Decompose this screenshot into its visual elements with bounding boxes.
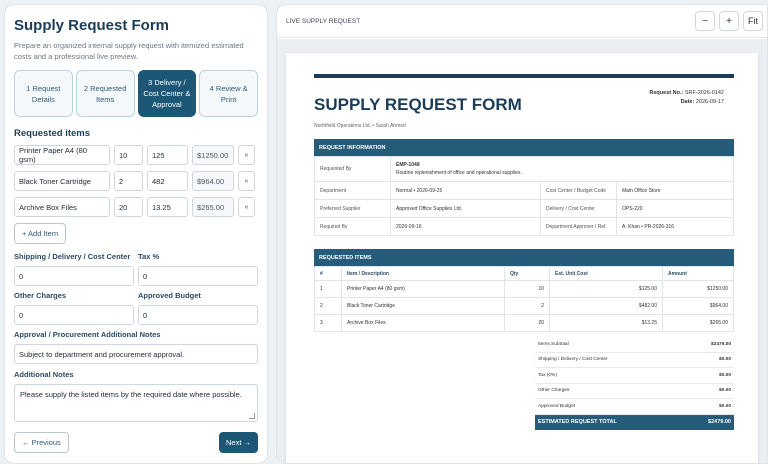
request-info-heading: REQUEST INFORMATION — [314, 139, 734, 156]
totals-block: Items Subtotal $2479.00 Shipping / Delive… — [535, 337, 734, 430]
fit-button[interactable]: Fit — [743, 11, 763, 31]
header-rule — [314, 74, 734, 78]
other-charges-input[interactable]: 0 — [14, 305, 134, 325]
step-request-details[interactable]: 1 Request Details — [14, 70, 73, 117]
approved-budget-input[interactable]: 0 — [138, 305, 258, 325]
item-cost-input[interactable]: 13.25 — [147, 197, 188, 217]
step-review-print[interactable]: 4 Review & Print — [199, 70, 258, 117]
previous-button[interactable]: ← Previous — [14, 432, 69, 453]
item-row: Archive Box Files 20 13.25 $265.00 « — [14, 197, 258, 217]
preview-label: LIVE SUPPLY REQUEST — [286, 17, 361, 25]
item-total: $964.00 — [192, 171, 234, 191]
form-description: Prepare an organized internal supply req… — [14, 41, 244, 61]
totals-row: Approved Budget $0.00 — [535, 399, 734, 415]
other-charges-label: Other Charges — [14, 291, 67, 300]
table-row: 2 Black Toner Cartridge 2 $482.00 $964.00 — [314, 297, 734, 315]
zoom-in-button[interactable]: + — [719, 11, 739, 31]
next-button[interactable]: Next → — [218, 432, 258, 453]
shipping-input[interactable]: 0 — [14, 266, 134, 286]
add-item-button[interactable]: + Add Item — [14, 223, 67, 244]
item-name-input[interactable]: Archive Box Files — [14, 197, 110, 217]
requested-items-heading: REQUESTED ITEMS — [314, 249, 734, 266]
item-cost-input[interactable]: 482 — [147, 171, 188, 191]
item-row: Printer Paper A4 (80 gsm) 10 125 $1250.0… — [14, 145, 258, 165]
item-row: Black Toner Cartridge 2 482 $964.00 « — [14, 171, 258, 191]
grand-total-row: ESTIMATED REQUEST TOTAL $2479.00 — [535, 414, 734, 430]
totals-row: Tax (0%) $0.00 — [535, 368, 734, 384]
remove-item-button[interactable]: « — [238, 197, 255, 217]
item-cost-input[interactable]: 125 — [147, 145, 188, 165]
preview-panel: LIVE SUPPLY REQUEST − + Fit SUPPLY REQUE… — [276, 4, 768, 464]
zoom-out-button[interactable]: − — [695, 11, 715, 31]
tax-label: Tax % — [138, 252, 160, 261]
request-info-table: Requested By EMP-1048 Routine replenishmen… — [314, 156, 734, 236]
tax-input[interactable]: 0 — [138, 266, 258, 286]
table-row: 3 Archive Box Files 20 $13.25 $265.00 — [314, 314, 734, 332]
items-heading: Requested items — [14, 128, 91, 139]
item-qty-input[interactable]: 10 — [114, 145, 143, 165]
additional-notes-textarea[interactable]: Please supply the listed items by the re… — [14, 384, 258, 422]
item-qty-input[interactable]: 2 — [114, 171, 143, 191]
remove-item-button[interactable]: « — [238, 171, 255, 191]
approved-budget-label: Approved Budget — [138, 291, 201, 300]
document-subtitle: Northfield Operations Ltd. • Sarah Ahmed — [314, 123, 406, 129]
form-panel: Supply Request Form Prepare an organized… — [4, 4, 268, 464]
item-qty-input[interactable]: 20 — [114, 197, 143, 217]
document-page: SUPPLY REQUEST FORM Request No.: SRF-202… — [286, 53, 758, 463]
item-total: $1250.00 — [192, 145, 234, 165]
request-meta: Request No.: SRF-2026-0142 Date: 2026-09… — [649, 90, 724, 105]
totals-row: Shipping / Delivery / Cost Center $0.00 — [535, 353, 734, 368]
item-name-input[interactable]: Black Toner Cartridge — [14, 171, 110, 191]
step-requested-items[interactable]: 2 Requested Items — [75, 70, 135, 117]
step-tabs: 1 Request Details 2 Requested Items 3 De… — [14, 70, 258, 117]
shipping-label: Shipping / Delivery / Cost Center — [14, 252, 131, 261]
step-delivery-approval[interactable]: 3 Delivery / Cost Center & Approval — [137, 70, 197, 117]
remove-item-button[interactable]: « — [238, 145, 255, 165]
additional-notes-label: Additional Notes — [14, 370, 74, 379]
item-name-input[interactable]: Printer Paper A4 (80 gsm) — [14, 145, 110, 165]
item-total: $265.00 — [192, 197, 234, 217]
approval-notes-label: Approval / Procurement Additional Notes — [14, 330, 161, 339]
form-title: Supply Request Form — [14, 17, 170, 34]
requested-items-table: # Item / Description Qty Est. Unit Cost Amou… — [314, 266, 734, 332]
document-title: SUPPLY REQUEST FORM — [314, 95, 522, 114]
approval-notes-input[interactable]: Subject to department and procurement ap… — [14, 344, 258, 364]
totals-row: Other Charges $0.00 — [535, 384, 734, 399]
preview-canvas[interactable]: SUPPLY REQUEST FORM Request No.: SRF-202… — [277, 39, 767, 463]
totals-row: Items Subtotal $2479.00 — [535, 337, 734, 353]
table-row: 1 Printer Paper A4 (80 gsm) 10 $125.00 $1250… — [314, 280, 734, 298]
